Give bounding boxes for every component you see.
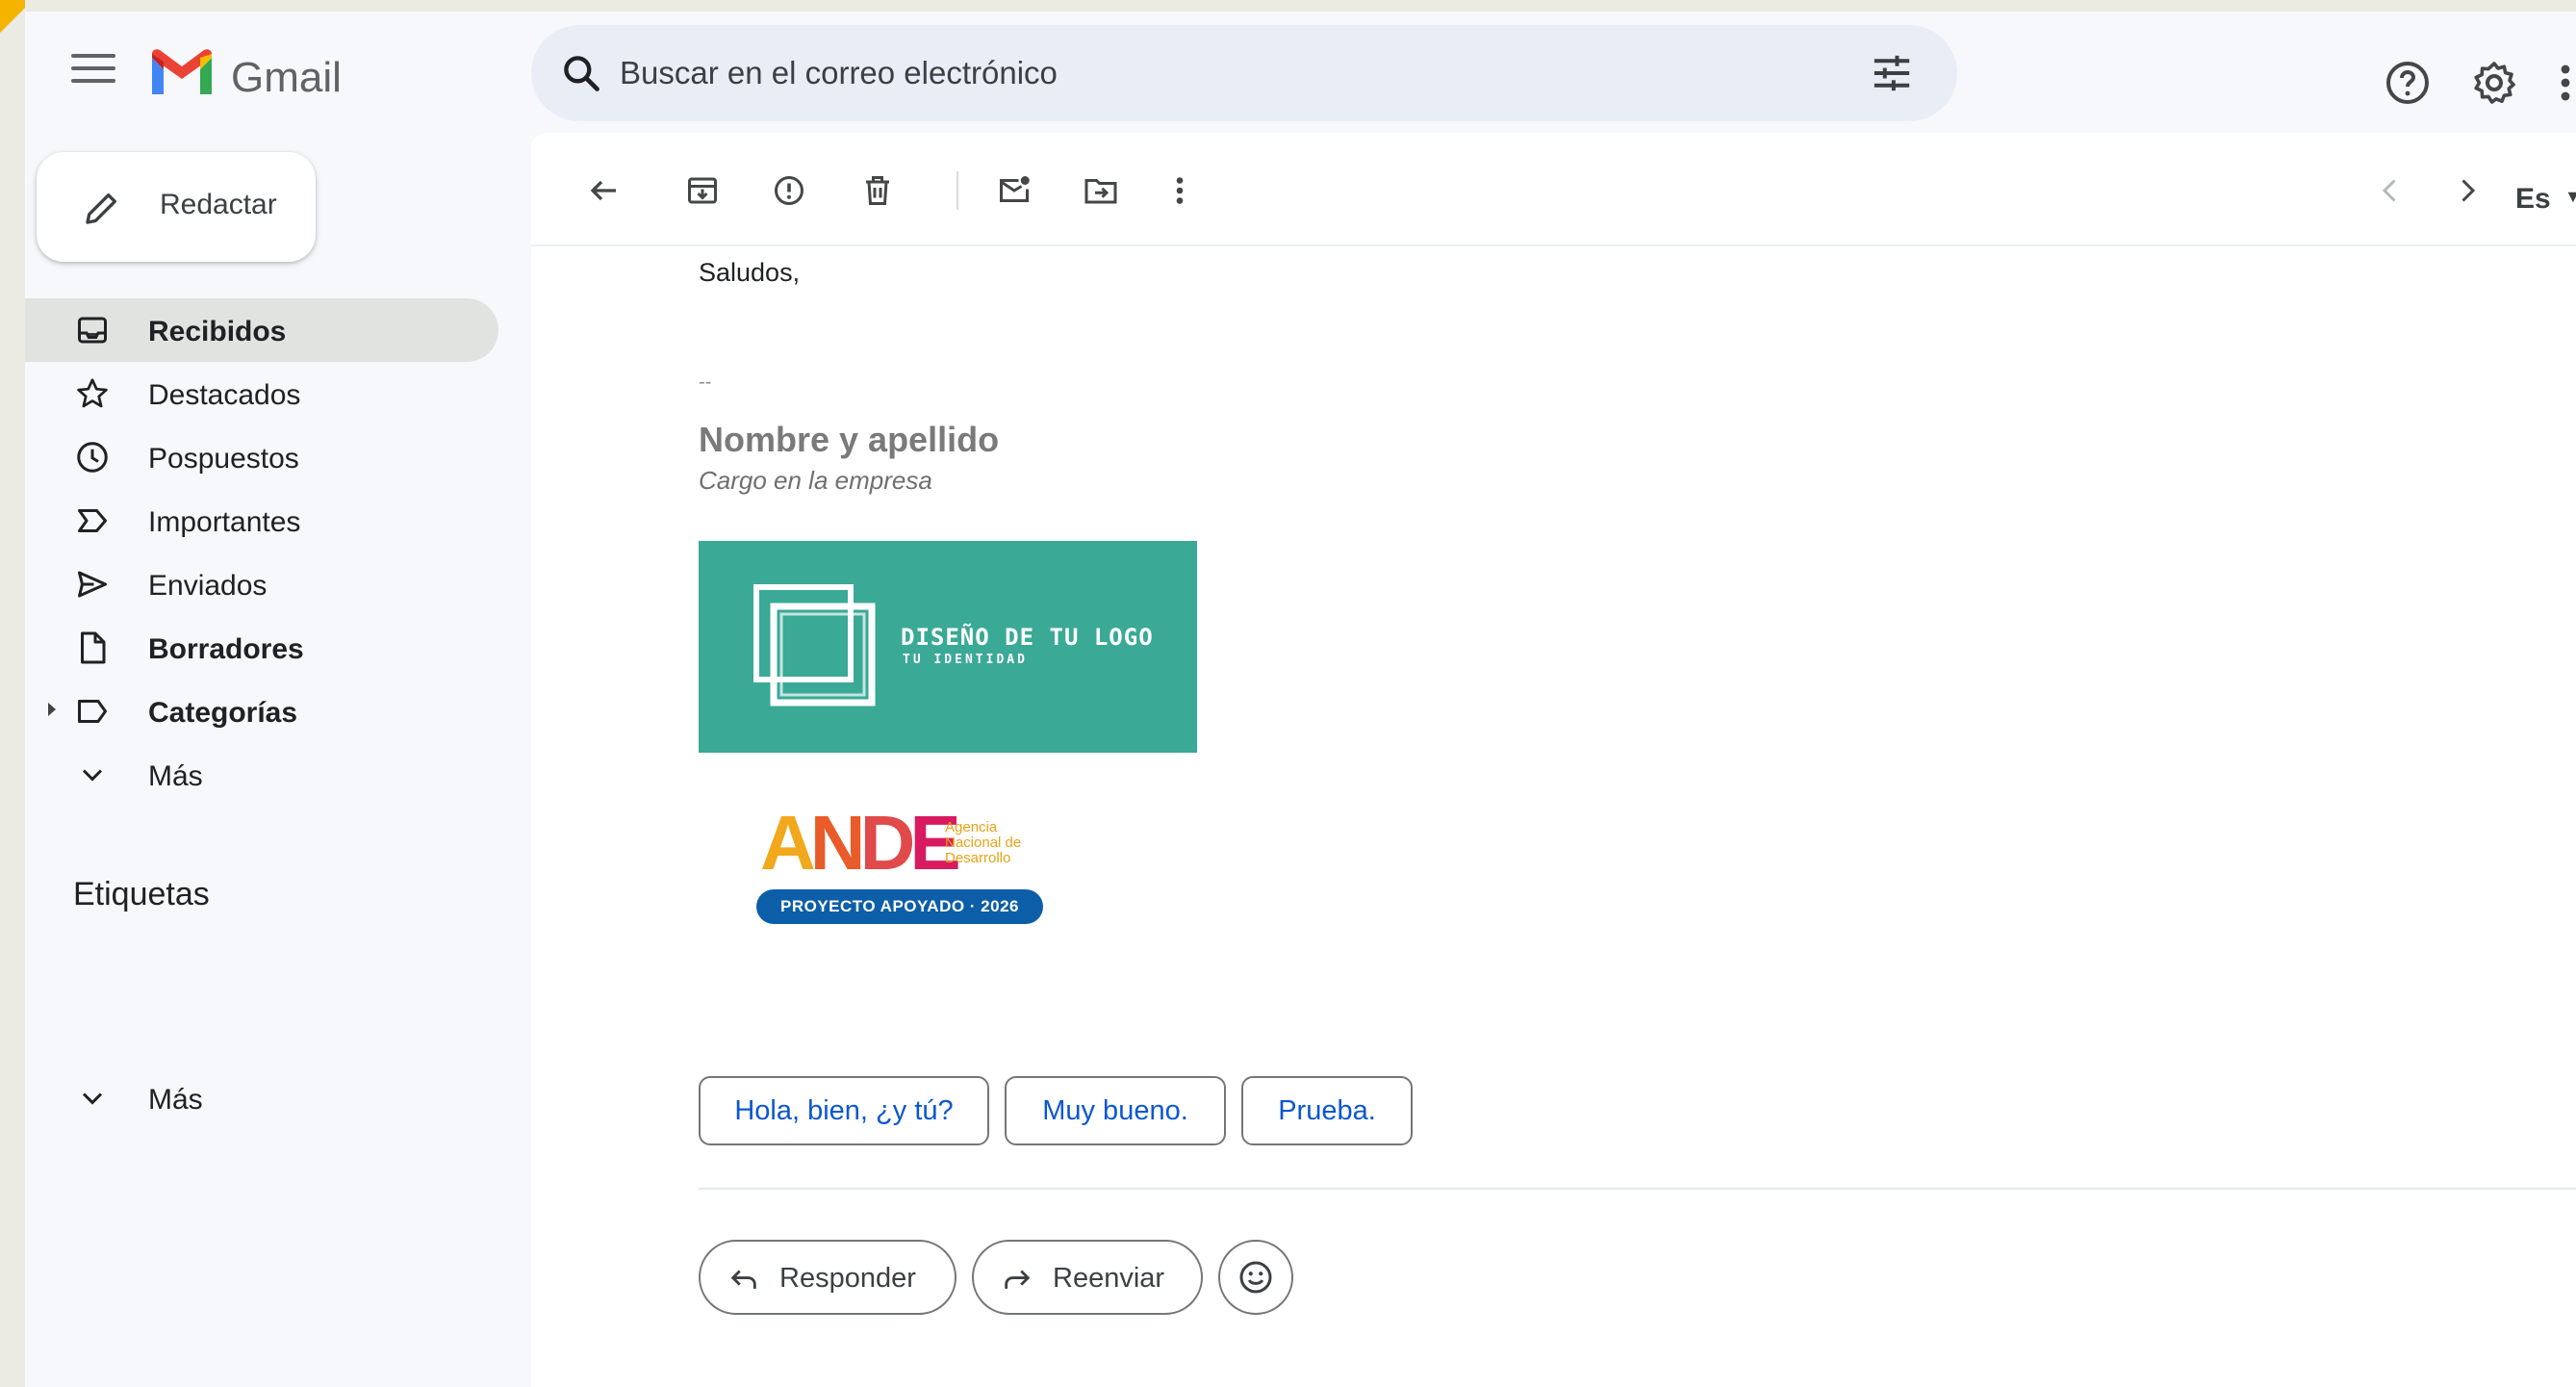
search-bar[interactable] [531, 25, 1957, 121]
sidebar-item-more[interactable]: Más [25, 743, 525, 807]
caret-down-icon: ▼ [2564, 187, 2576, 206]
pencil-icon [86, 193, 117, 224]
sidebar-item-label: Importantes [148, 506, 301, 538]
reply-label: Responder [779, 1263, 916, 1294]
signature-name: Nombre y apellido [699, 420, 1000, 459]
chevron-right-icon[interactable] [2450, 173, 2485, 208]
move-to-icon[interactable] [1084, 173, 1118, 208]
expand-arrow-icon[interactable] [48, 703, 56, 716]
main-menu-icon[interactable] [71, 54, 115, 92]
sidebar-item-sent[interactable]: Enviados [25, 552, 525, 616]
sidebar-item-label: Pospuestos [148, 443, 299, 475]
labels-section-title: Etiquetas [73, 876, 210, 912]
sidebar-item-label: Destacados [148, 379, 301, 411]
sidebar-item-label: Recibidos [148, 316, 287, 347]
sidebar-item-label: Categorías [148, 697, 298, 729]
ande-wordmark: ANDE [760, 800, 961, 886]
language-selector[interactable]: Es ▼ [2515, 183, 2576, 216]
sidebar-item-label: Enviados [148, 570, 268, 602]
emoji-reaction-button[interactable] [1218, 1240, 1293, 1315]
search-input[interactable] [620, 48, 1774, 98]
forward-button[interactable]: Reenviar [972, 1240, 1203, 1315]
gmail-window: Gmail Redactar [25, 12, 2576, 1387]
app-name: Gmail [231, 54, 342, 101]
sidebar-item-important[interactable]: Importantes [25, 489, 525, 552]
sidebar-item-label: Más [148, 760, 203, 792]
banner-title: DISEÑO DE TU LOGO [901, 624, 1154, 651]
back-arrow-icon[interactable] [587, 173, 622, 208]
delete-icon[interactable] [860, 173, 895, 208]
forward-arrow-icon [1005, 1270, 1031, 1289]
settings-icon[interactable] [2471, 60, 2517, 106]
message-toolbar: Es ▼ [531, 133, 2576, 246]
report-spam-icon[interactable] [772, 173, 806, 208]
toolbar-separator [956, 171, 958, 210]
inbox-icon [78, 317, 107, 344]
star-icon [77, 378, 108, 408]
sidebar-item-inbox[interactable]: Recibidos [25, 298, 525, 362]
decorative-corner [0, 0, 25, 67]
message-pane: Es ▼ Saludos, -- Nombre y apellido Cargo… [531, 133, 2576, 1387]
signature-role: Cargo en la empresa [699, 466, 932, 495]
compose-label: Redactar [160, 189, 277, 220]
logo-banner-image: DISEÑO DE TU LOGO TU IDENTIDAD [699, 541, 1197, 753]
archive-icon[interactable] [685, 173, 720, 208]
clock-icon [77, 442, 108, 473]
help-icon[interactable] [2385, 60, 2431, 106]
forward-label: Reenviar [1053, 1263, 1165, 1294]
ande-pill: PROYECTO APOYADO · 2026 [756, 889, 1043, 924]
sidebar-item-label: Borradores [148, 633, 304, 665]
compose-button[interactable]: Redactar [37, 152, 316, 262]
labels-more[interactable]: Más [25, 1066, 525, 1130]
sidebar-nav: Recibidos Destacados Pospuestos Importan… [25, 298, 525, 807]
signature-separator: -- [699, 372, 712, 393]
smart-reply-2[interactable]: Muy bueno. [1005, 1076, 1226, 1145]
chevron-down-icon [82, 769, 103, 782]
reply-divider [699, 1188, 2576, 1190]
language-label: Es [2515, 183, 2551, 215]
ande-logo: ANDE Agencia Nacional de Desarrollo PROY… [756, 799, 1045, 924]
sidebar-item-starred[interactable]: Destacados [25, 362, 525, 425]
search-options-icon[interactable] [1871, 54, 1913, 92]
smiley-icon [1239, 1261, 1272, 1294]
label-important-icon [78, 509, 107, 532]
smart-reply-3[interactable]: Prueba. [1241, 1076, 1413, 1145]
reply-button[interactable]: Responder [699, 1240, 956, 1315]
squares-logo-icon [753, 584, 876, 706]
send-icon [78, 571, 107, 598]
ande-subtitle: Agencia Nacional de Desarrollo [945, 819, 1022, 866]
gmail-logo-icon [152, 49, 212, 94]
reply-arrow-icon [730, 1270, 756, 1289]
sidebar-item-categories[interactable]: Categorías [25, 680, 525, 743]
search-icon[interactable] [560, 52, 602, 94]
sidebar-item-snoozed[interactable]: Pospuestos [25, 425, 525, 489]
draft-icon [81, 631, 106, 664]
labels-more-label: Más [148, 1084, 203, 1116]
greeting-text: Saludos, [699, 258, 801, 287]
mark-unread-icon[interactable] [997, 173, 1032, 208]
smart-reply-1[interactable]: Hola, bien, ¿y tú? [699, 1076, 989, 1145]
label-icon [78, 700, 107, 723]
more-vertical-icon[interactable] [1172, 173, 1187, 208]
sidebar-item-drafts[interactable]: Borradores [25, 616, 525, 680]
banner-subtitle: TU IDENTIDAD [903, 653, 1028, 667]
chevron-left-icon[interactable] [2373, 173, 2408, 208]
more-vertical-icon[interactable] [2556, 60, 2575, 106]
chevron-down-icon [82, 1092, 103, 1105]
